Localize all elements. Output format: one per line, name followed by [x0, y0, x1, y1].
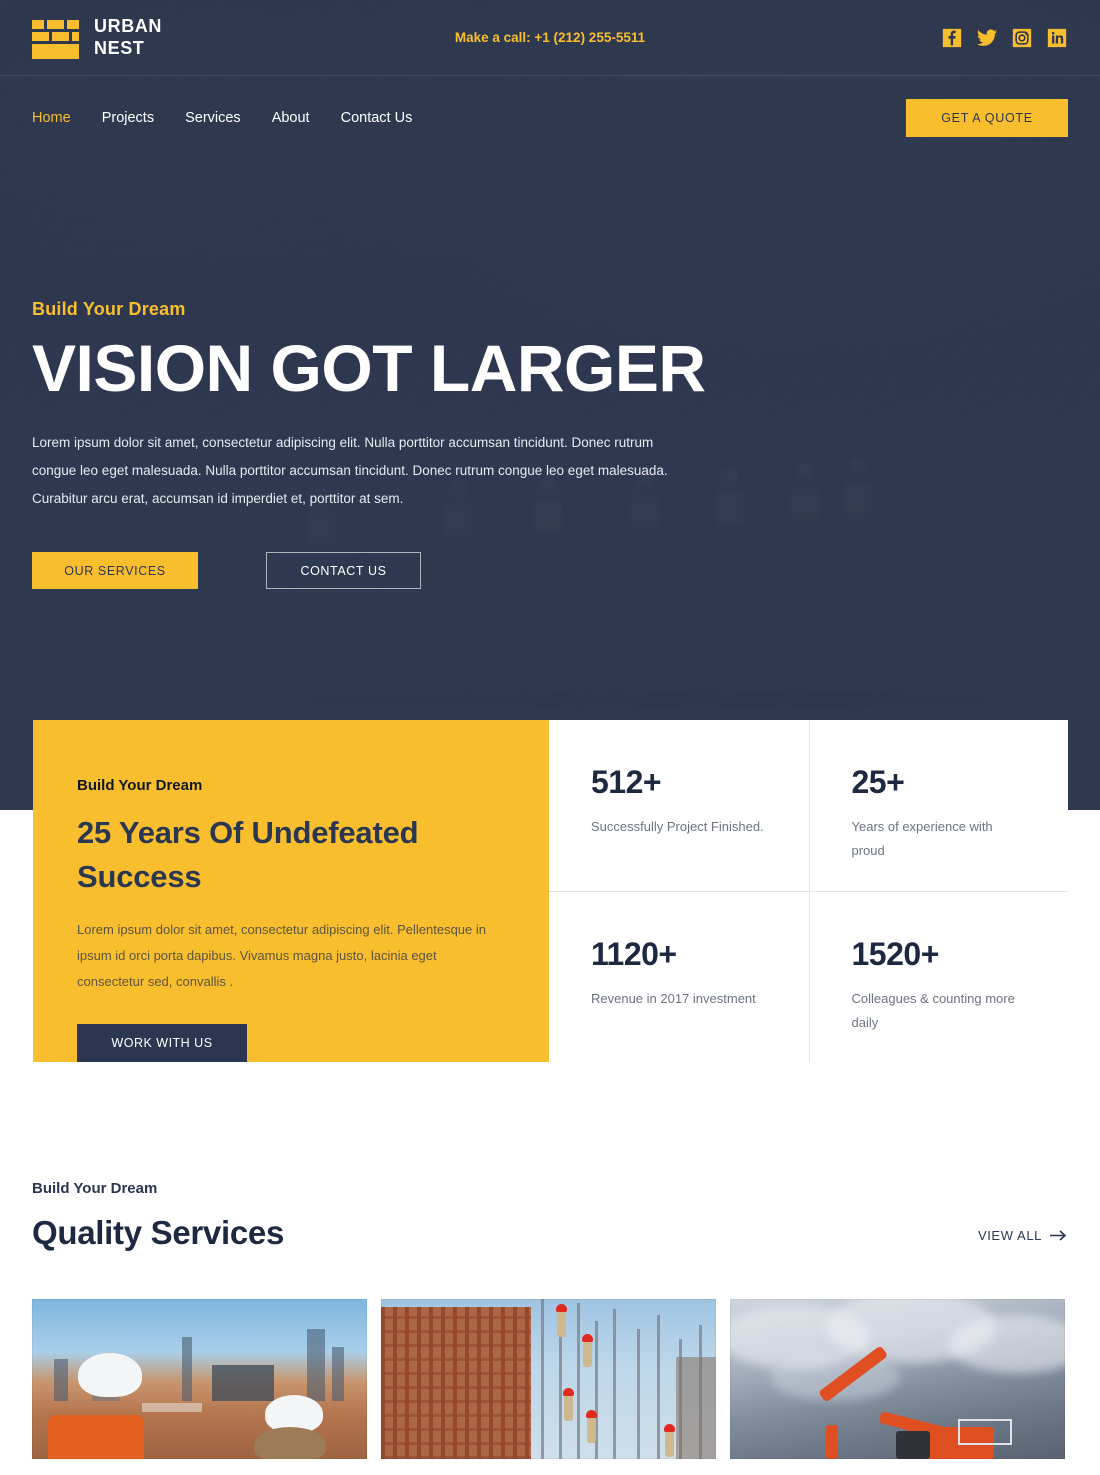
hero-title: VISION GOT LARGER	[32, 331, 706, 405]
card-border	[730, 1299, 1065, 1459]
hero-eyebrow: Build Your Dream	[32, 299, 186, 319]
nav-item-services[interactable]: Services	[185, 110, 241, 126]
stat-label: Successfully Project Finished.	[591, 819, 764, 834]
social-links	[941, 27, 1068, 49]
services-header: Build Your Dream Quality Services VIEW A…	[32, 1180, 1068, 1252]
hero-section: URBAN NEST Make a call: +1 (212) 255-551…	[0, 0, 1100, 810]
service-card[interactable]	[381, 1299, 716, 1459]
card-border	[381, 1299, 716, 1459]
view-all-link[interactable]: VIEW ALL	[978, 1228, 1068, 1252]
stat-card: 25+ Years of experience with proud	[808, 720, 1069, 892]
stat-label: Colleagues & counting more daily	[851, 991, 1015, 1031]
stat-value: 512+	[591, 764, 662, 800]
our-services-button[interactable]: OUR SERVICES	[32, 552, 198, 590]
stat-value: 25+	[851, 764, 905, 800]
services-title: Quality Services	[32, 1214, 285, 1251]
stat-label: Years of experience with proud	[851, 819, 993, 859]
stat-value: 1520+	[851, 936, 940, 973]
stats-grid: 512+ Successfully Project Finished. 25+ …	[549, 720, 1069, 1063]
twitter-icon[interactable]	[976, 27, 998, 49]
facebook-icon[interactable]	[941, 27, 963, 49]
main-navigation: Home Projects Services About Contact Us …	[0, 76, 1100, 160]
nav-item-contact-us[interactable]: Contact Us	[341, 110, 413, 126]
services-section: Build Your Dream Quality Services VIEW A…	[0, 1180, 1100, 1459]
service-cards	[32, 1299, 1068, 1459]
services-eyebrow: Build Your Dream	[32, 1180, 158, 1197]
stats-eyebrow: Build Your Dream	[77, 777, 203, 794]
instagram-icon[interactable]	[1011, 27, 1033, 49]
hero-actions: OUR SERVICES CONTACT US	[32, 552, 1068, 590]
arrow-right-icon	[1050, 1230, 1067, 1241]
contact-us-button[interactable]: CONTACT US	[266, 552, 421, 590]
stat-label: Revenue in 2017 investment	[591, 991, 756, 1007]
card-border	[32, 1299, 367, 1459]
stat-card: 1120+ Revenue in 2017 investment	[549, 891, 809, 1062]
stats-panel: Build Your Dream 25 Years Of Undefeated …	[33, 720, 1069, 1063]
nav-item-about[interactable]: About	[272, 110, 310, 126]
service-card[interactable]	[32, 1299, 367, 1459]
stat-card: 1520+ Colleagues & counting more daily	[808, 891, 1068, 1063]
linkedin-icon[interactable]	[1046, 27, 1068, 49]
nav-item-home[interactable]: Home	[32, 110, 71, 126]
hero-description: Lorem ipsum dolor sit amet, consectetur …	[32, 435, 668, 506]
nav-links: Home Projects Services About Contact Us	[32, 110, 412, 126]
work-with-us-button[interactable]: WORK WITH US	[77, 1024, 247, 1063]
top-bar: URBAN NEST Make a call: +1 (212) 255-551…	[0, 0, 1100, 76]
view-all-label: VIEW ALL	[977, 1228, 1042, 1243]
stat-card: 512+ Successfully Project Finished.	[549, 720, 809, 891]
stats-paragraph: Lorem ipsum dolor sit amet, consectetur …	[77, 922, 486, 990]
stats-intro-card: Build Your Dream 25 Years Of Undefeated …	[33, 720, 549, 1063]
phone-number[interactable]: Make a call: +1 (212) 255-5511	[0, 30, 1100, 45]
stats-heading: 25 Years Of Undefeated Success	[77, 815, 419, 895]
stat-value: 1120+	[591, 936, 677, 973]
get-a-quote-button[interactable]: GET A QUOTE	[906, 99, 1068, 137]
hero-content: Build Your Dream VISION GOT LARGER Lorem…	[0, 160, 1100, 590]
nav-item-projects[interactable]: Projects	[102, 110, 154, 126]
service-card[interactable]	[730, 1299, 1065, 1459]
